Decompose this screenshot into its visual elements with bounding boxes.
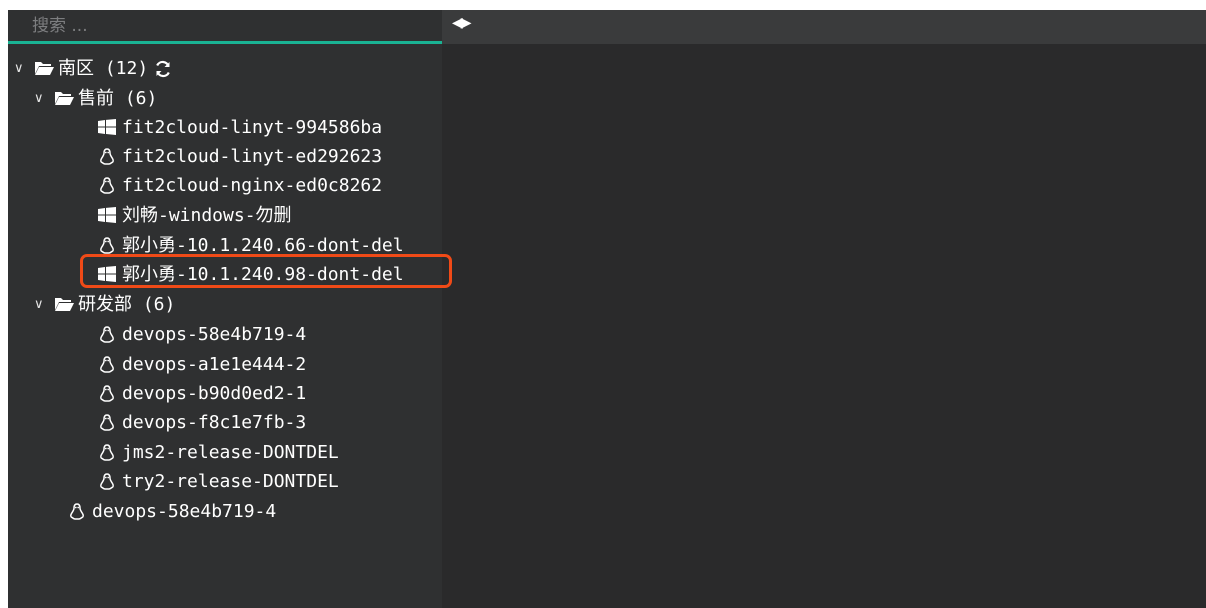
host-label: 刘畅-windows-勿删 xyxy=(122,205,292,226)
tree-host-item[interactable]: devops-58e4b719-4 xyxy=(68,497,276,526)
host-label: 郭小勇-10.1.240.66-dont-del xyxy=(122,235,404,256)
linux-icon xyxy=(98,384,118,403)
chevron-down-icon[interactable]: ∨ xyxy=(34,84,54,113)
tree-host-item[interactable]: try2-release-DONTDEL xyxy=(98,467,339,496)
tree-host-item[interactable]: devops-f8c1e7fb-3 xyxy=(98,408,306,437)
tree-node-south-region[interactable]: ∨ 南区 (12) xyxy=(14,54,176,83)
linux-icon xyxy=(98,413,118,432)
host-label: try2-release-DONTDEL xyxy=(122,471,339,492)
tree-host-item[interactable]: devops-b90d0ed2-1 xyxy=(98,379,306,408)
linux-icon xyxy=(98,176,118,195)
linux-icon xyxy=(98,236,118,255)
web-terminal: ∨ 南区 (12) ∨ 售前 (6) xyxy=(8,10,1206,608)
folder-open-icon xyxy=(54,296,74,314)
tree-node-rnd[interactable]: ∨ 研发部 (6) xyxy=(34,290,175,319)
host-label: jms2-release-DONTDEL xyxy=(122,442,339,463)
tree-host-item[interactable]: jms2-release-DONTDEL xyxy=(98,438,339,467)
chevron-down-icon[interactable]: ∨ xyxy=(14,54,34,83)
tree-host-item[interactable]: fit2cloud-nginx-ed0c8262 xyxy=(98,171,382,200)
host-label: fit2cloud-linyt-994586ba xyxy=(122,117,383,138)
host-label: fit2cloud-nginx-ed0c8262 xyxy=(122,175,383,196)
folder-open-icon xyxy=(34,60,54,78)
windows-icon xyxy=(98,206,118,225)
tree-node-label: 南区 (12) xyxy=(58,58,149,79)
host-label: devops-f8c1e7fb-3 xyxy=(122,412,307,433)
tree-host-item[interactable]: devops-a1e1e444-2 xyxy=(98,350,306,379)
host-label: devops-58e4b719-4 xyxy=(122,324,307,345)
linux-icon xyxy=(98,147,118,166)
tree-host-item[interactable]: fit2cloud-linyt-994586ba xyxy=(98,113,382,142)
linux-icon xyxy=(68,502,88,521)
tree-host-item[interactable]: fit2cloud-linyt-ed292623 xyxy=(98,142,382,171)
chevron-down-icon[interactable]: ∨ xyxy=(34,290,54,319)
search-box xyxy=(8,10,442,44)
tree-host-item[interactable]: 刘畅-windows-勿删 xyxy=(98,201,292,230)
windows-icon xyxy=(98,265,118,284)
search-input[interactable] xyxy=(8,10,442,41)
refresh-icon[interactable] xyxy=(154,60,172,78)
tree-node-label: 售前 (6) xyxy=(78,88,158,109)
tree-host-item[interactable]: devops-58e4b719-4 xyxy=(98,320,306,349)
linux-icon xyxy=(98,325,118,344)
tree-node-label: 研发部 (6) xyxy=(78,294,176,315)
tree-host-item-selected[interactable]: 郭小勇-10.1.240.98-dont-del xyxy=(98,260,404,289)
collapse-expand-icon[interactable]: ◀▶ xyxy=(452,12,482,34)
tree-node-presales[interactable]: ∨ 售前 (6) xyxy=(34,84,157,113)
host-label: devops-a1e1e444-2 xyxy=(122,354,307,375)
host-label: fit2cloud-linyt-ed292623 xyxy=(122,146,383,167)
linux-icon xyxy=(98,355,118,374)
tree-host-item[interactable]: 郭小勇-10.1.240.66-dont-del xyxy=(98,231,404,260)
asset-sidebar: ∨ 南区 (12) ∨ 售前 (6) xyxy=(8,10,442,608)
terminal-area[interactable] xyxy=(442,44,1206,608)
host-label: devops-b90d0ed2-1 xyxy=(122,383,307,404)
windows-icon xyxy=(98,118,118,137)
folder-open-icon xyxy=(54,90,74,108)
host-label: 郭小勇-10.1.240.98-dont-del xyxy=(122,264,404,285)
linux-icon xyxy=(98,443,118,462)
host-label: devops-58e4b719-4 xyxy=(92,501,277,522)
linux-icon xyxy=(98,472,118,491)
terminal-toolbar: ◀▶ xyxy=(442,10,1206,44)
